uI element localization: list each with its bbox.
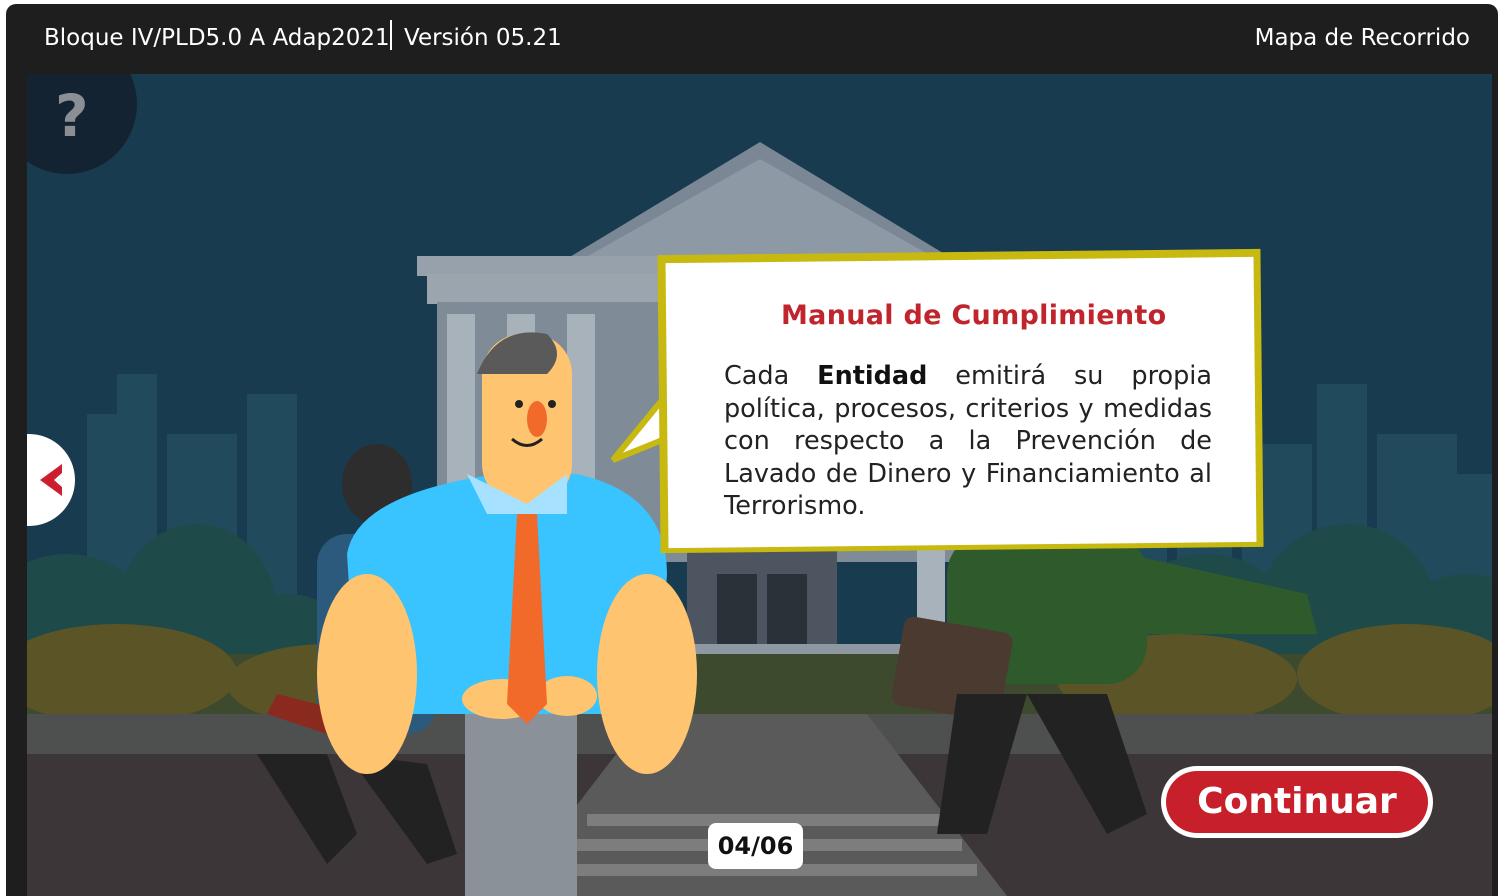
bubble-text-bold: Entidad (817, 361, 928, 391)
version-label: Versión 05.21 (404, 25, 562, 51)
continue-button[interactable]: Continuar (1161, 766, 1433, 838)
bubble-body-text: Cada Entidad emitirá su propia política,… (724, 360, 1212, 523)
course-window: Bloque IV/PLD5.0 A Adap2021 Versión 05.2… (6, 4, 1498, 896)
chevron-notch (54, 472, 63, 488)
question-mark-icon: ? (55, 82, 89, 150)
page-counter: 04/06 (708, 823, 803, 869)
bubble-title: Manual de Cumplimiento (781, 300, 1167, 331)
course-title: Bloque IV/PLD5.0 A Adap2021 (44, 25, 390, 51)
slide-stage: ? Manual de Cumplimiento Cada Entidad em… (27, 74, 1492, 896)
continue-button-label: Continuar (1166, 771, 1428, 833)
header-bar: Bloque IV/PLD5.0 A Adap2021 Versión 05.2… (6, 4, 1498, 74)
bubble-text-before: Cada (724, 361, 818, 391)
header-divider (390, 20, 392, 50)
route-map-link[interactable]: Mapa de Recorrido (1255, 25, 1470, 51)
